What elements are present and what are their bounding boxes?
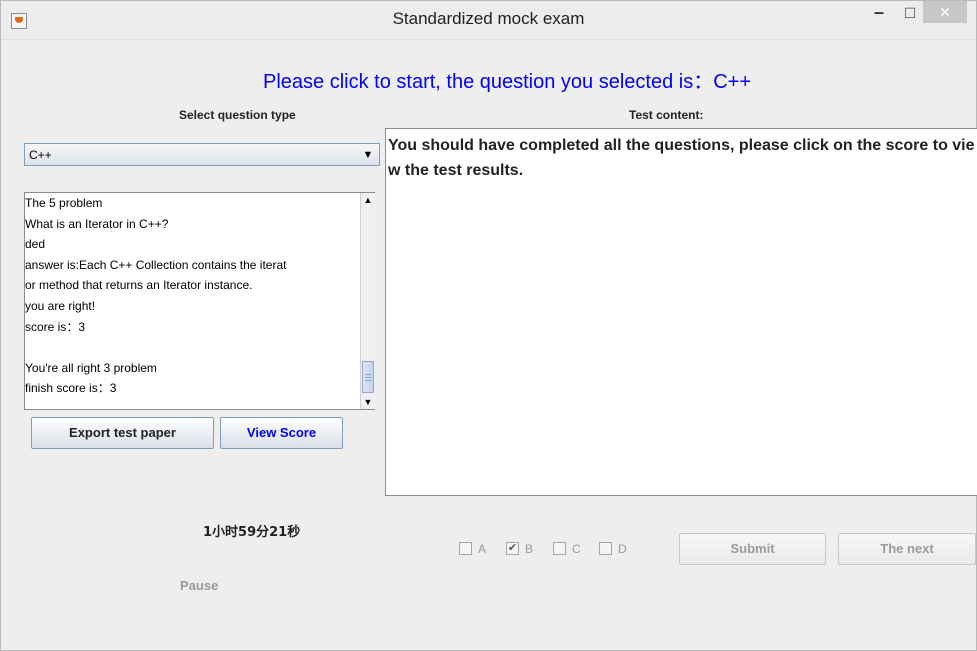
scroll-up-arrow-icon[interactable]: ▲ [361, 193, 375, 207]
test-content-label: Test content: [629, 108, 704, 122]
scroll-down-arrow-icon[interactable]: ▼ [361, 395, 375, 409]
next-button[interactable]: The next [838, 533, 976, 565]
window-title: Standardized mock exam [392, 9, 585, 28]
log-line: you are right! [25, 298, 96, 313]
countdown-timer: 1小时59分21秒 [203, 525, 301, 540]
log-scrollbar[interactable]: ▲ ▼ [360, 193, 375, 409]
log-line: The 5 problem [25, 196, 103, 210]
selected-question-headline: Please click to start, the question you … [263, 71, 752, 93]
option-label: D [618, 542, 627, 556]
scroll-thumb[interactable] [362, 361, 374, 393]
question-type-value: C++ [29, 148, 52, 162]
log-line: ded [25, 237, 46, 252]
log-line: You're all right 3 problem [25, 360, 157, 375]
checkbox-icon [459, 542, 472, 555]
checkbox-icon [599, 542, 612, 555]
test-content-text: You should have completed all the questi… [388, 137, 975, 179]
maximize-button[interactable]: ☐ [898, 3, 922, 23]
close-button[interactable]: ✕ [923, 1, 967, 23]
question-type-select[interactable]: C++ ▼ [24, 143, 380, 166]
log-line: or method that returns an Iterator insta… [25, 278, 253, 293]
test-content-area[interactable]: You should have completed all the questi… [385, 128, 977, 496]
minimize-button[interactable]: – [867, 3, 891, 23]
app-window: Standardized mock exam – ☐ ✕ Please clic… [0, 0, 977, 651]
log-line: What is an Iterator in C++? [25, 216, 169, 231]
title-bar: Standardized mock exam – ☐ ✕ [1, 1, 976, 40]
submit-button[interactable]: Submit [679, 533, 826, 565]
checkbox-checked-icon: ✔ [506, 542, 519, 555]
view-score-button[interactable]: View Score [220, 417, 343, 449]
select-question-type-label: Select question type [179, 108, 296, 122]
option-label: A [478, 542, 487, 556]
log-line: answer is:Each C++ Collection contains t… [25, 257, 287, 272]
log-line: finish score is：3 [25, 381, 117, 396]
answer-log-textarea[interactable]: The 5 problem What is an Iterator in C++… [24, 192, 375, 410]
checkbox-icon [553, 542, 566, 555]
option-label: C [572, 542, 581, 556]
pause-button[interactable]: Pause [180, 578, 218, 593]
log-line: score is：3 [25, 319, 86, 334]
option-label: B [525, 542, 534, 556]
chevron-down-icon[interactable]: ▼ [357, 144, 379, 165]
export-test-paper-button[interactable]: Export test paper [31, 417, 214, 449]
